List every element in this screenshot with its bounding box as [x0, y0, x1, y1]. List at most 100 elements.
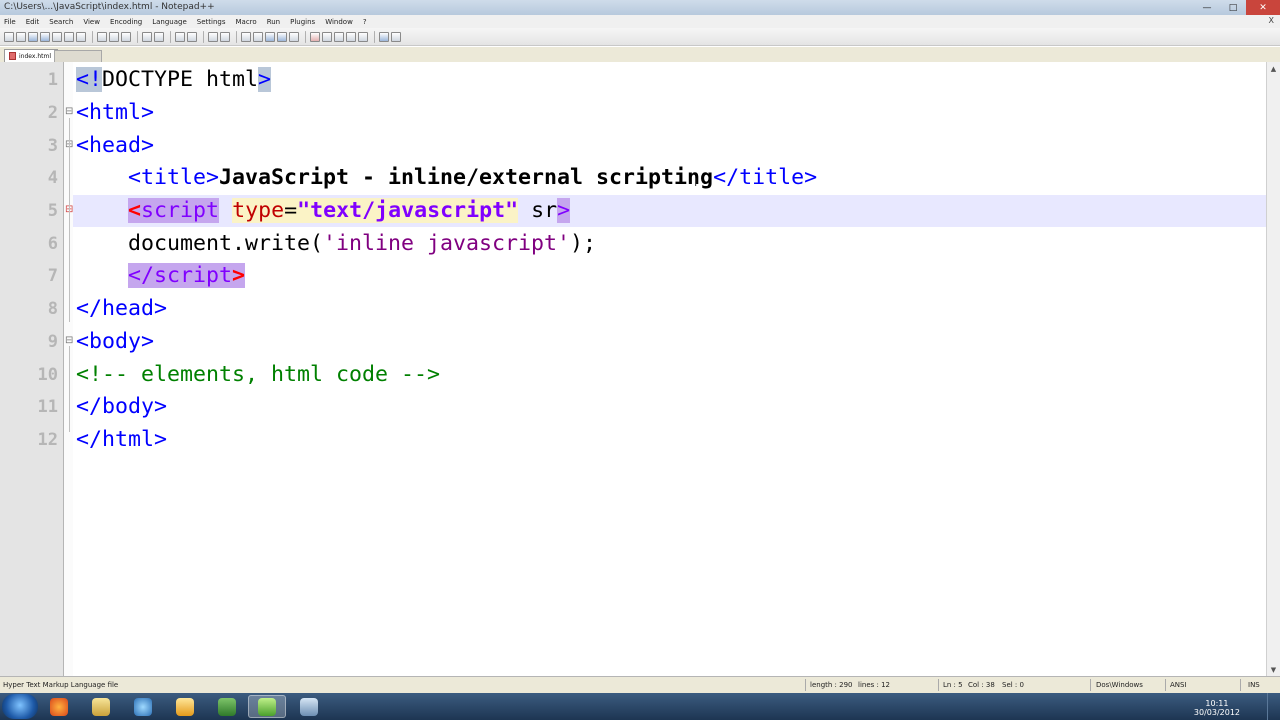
- partial-attribute: sr: [531, 198, 558, 223]
- doctype-text: DOCTYPE html: [102, 67, 259, 92]
- line-number: 4: [47, 168, 58, 188]
- status-encoding: ANSI: [1170, 681, 1187, 689]
- close-file-icon[interactable]: [52, 31, 62, 42]
- sync-vertical-icon[interactable]: [241, 31, 251, 42]
- save-macro-icon[interactable]: [358, 31, 368, 42]
- menu-window[interactable]: Window: [325, 18, 353, 26]
- save-all-icon[interactable]: [40, 31, 50, 42]
- status-ln: Ln : 5: [943, 681, 963, 689]
- status-separator: [805, 679, 806, 691]
- close-document-icon[interactable]: X: [1269, 16, 1274, 25]
- file-modified-icon: [9, 52, 16, 60]
- status-separator: [938, 679, 939, 691]
- print-icon[interactable]: [76, 31, 86, 42]
- minimize-icon[interactable]: —: [1194, 0, 1220, 15]
- open-file-icon[interactable]: [16, 31, 26, 42]
- toolbar-separator: [170, 30, 171, 43]
- scroll-down-icon[interactable]: ▼: [1267, 663, 1280, 676]
- menu-view[interactable]: View: [83, 18, 100, 26]
- zoom-in-icon[interactable]: [208, 31, 218, 42]
- menu-run[interactable]: Run: [267, 18, 280, 26]
- tab-label: index.html: [19, 52, 51, 60]
- redo-icon[interactable]: [154, 31, 164, 42]
- menu-search[interactable]: Search: [49, 18, 73, 26]
- line-number: 10: [37, 365, 58, 385]
- code-line-4: <title>JavaScript - inline/external scri…: [76, 162, 817, 194]
- outlook-icon[interactable]: [166, 695, 204, 718]
- line-number: 8: [47, 299, 58, 319]
- toolbar-separator: [236, 30, 237, 43]
- maximize-icon[interactable]: □: [1220, 0, 1246, 15]
- menu-edit[interactable]: Edit: [26, 18, 40, 26]
- tab-empty[interactable]: [54, 50, 102, 62]
- js-call-end: );: [570, 231, 597, 256]
- run-icon[interactable]: [391, 31, 401, 42]
- firefox-icon[interactable]: [40, 695, 78, 718]
- code-line-12: </html>: [76, 427, 168, 452]
- menu-language[interactable]: Language: [152, 18, 187, 26]
- close-all-icon[interactable]: [64, 31, 74, 42]
- scroll-up-icon[interactable]: ▲: [1267, 62, 1280, 75]
- system-clock[interactable]: 10:11 30/03/2012: [1194, 699, 1240, 717]
- spell-check-icon[interactable]: [379, 31, 389, 42]
- fold-minus-icon[interactable]: ⊟: [65, 107, 73, 117]
- show-desktop-button[interactable]: [1267, 693, 1280, 720]
- title-open-tag: <title>: [128, 165, 220, 190]
- stop-macro-icon[interactable]: [322, 31, 332, 42]
- menu-settings[interactable]: Settings: [197, 18, 226, 26]
- tag-bracket: <: [76, 67, 90, 92]
- menu-plugins[interactable]: Plugins: [290, 18, 315, 26]
- play-macro-icon[interactable]: [334, 31, 344, 42]
- status-bar: Hyper Text Markup Language file length :…: [0, 676, 1280, 693]
- close-icon[interactable]: ✕: [1246, 0, 1280, 15]
- status-sel: Sel : 0: [1002, 681, 1024, 689]
- line-number: 12: [37, 430, 58, 450]
- text-cursor-icon: I: [694, 176, 698, 189]
- doctype-bang: !: [89, 67, 103, 92]
- status-mode: INS: [1248, 681, 1260, 689]
- tag-bracket: >: [232, 263, 246, 288]
- find-icon[interactable]: [175, 31, 185, 42]
- script-open-tag: script: [141, 198, 220, 223]
- status-eol: Dos\Windows: [1096, 681, 1143, 689]
- app-icon[interactable]: [290, 695, 328, 718]
- type-value: "text/javascript": [297, 198, 519, 223]
- new-file-icon[interactable]: [4, 31, 14, 42]
- save-icon[interactable]: [28, 31, 38, 42]
- menu-file[interactable]: File: [4, 18, 16, 26]
- vertical-scrollbar[interactable]: ▲ ▼: [1266, 62, 1280, 676]
- show-all-chars-icon[interactable]: [277, 31, 287, 42]
- line-number: 1: [47, 70, 58, 90]
- media-player-icon[interactable]: [124, 695, 162, 718]
- equals-sign: =: [284, 198, 298, 223]
- code-editor[interactable]: 1 2 3 4 5 6 7 8 9 10 11 12 ⊟ ⊟ ⊟ ⊟ <!DOC…: [0, 62, 1266, 676]
- menu-help[interactable]: ?: [363, 18, 367, 26]
- cut-icon[interactable]: [97, 31, 107, 42]
- menu-encoding[interactable]: Encoding: [110, 18, 142, 26]
- undo-icon[interactable]: [142, 31, 152, 42]
- toolbar-separator: [305, 30, 306, 43]
- photoshop-icon[interactable]: [208, 695, 246, 718]
- fold-minus-icon[interactable]: ⊟: [65, 336, 73, 346]
- indent-guide-icon[interactable]: [289, 31, 299, 42]
- explorer-icon[interactable]: [82, 695, 120, 718]
- tag-bracket: <: [128, 198, 142, 223]
- word-wrap-icon[interactable]: [265, 31, 275, 42]
- play-multiple-macro-icon[interactable]: [346, 31, 356, 42]
- copy-icon[interactable]: [109, 31, 119, 42]
- clock-time: 10:11: [1205, 699, 1229, 708]
- title-text: JavaScript - inline/external scripting: [219, 165, 714, 190]
- start-button[interactable]: [2, 694, 38, 719]
- zoom-out-icon[interactable]: [220, 31, 230, 42]
- tab-index-html[interactable]: index.html: [4, 49, 58, 62]
- notepadpp-icon[interactable]: [248, 695, 286, 718]
- replace-icon[interactable]: [187, 31, 197, 42]
- paste-icon[interactable]: [121, 31, 131, 42]
- sync-horizontal-icon[interactable]: [253, 31, 263, 42]
- record-macro-icon[interactable]: [310, 31, 320, 42]
- code-line-10: <!-- elements, html code -->: [76, 362, 441, 387]
- menu-bar: File Edit Search View Encoding Language …: [0, 15, 1280, 28]
- menu-macro[interactable]: Macro: [236, 18, 257, 26]
- line-number: 9: [47, 332, 58, 352]
